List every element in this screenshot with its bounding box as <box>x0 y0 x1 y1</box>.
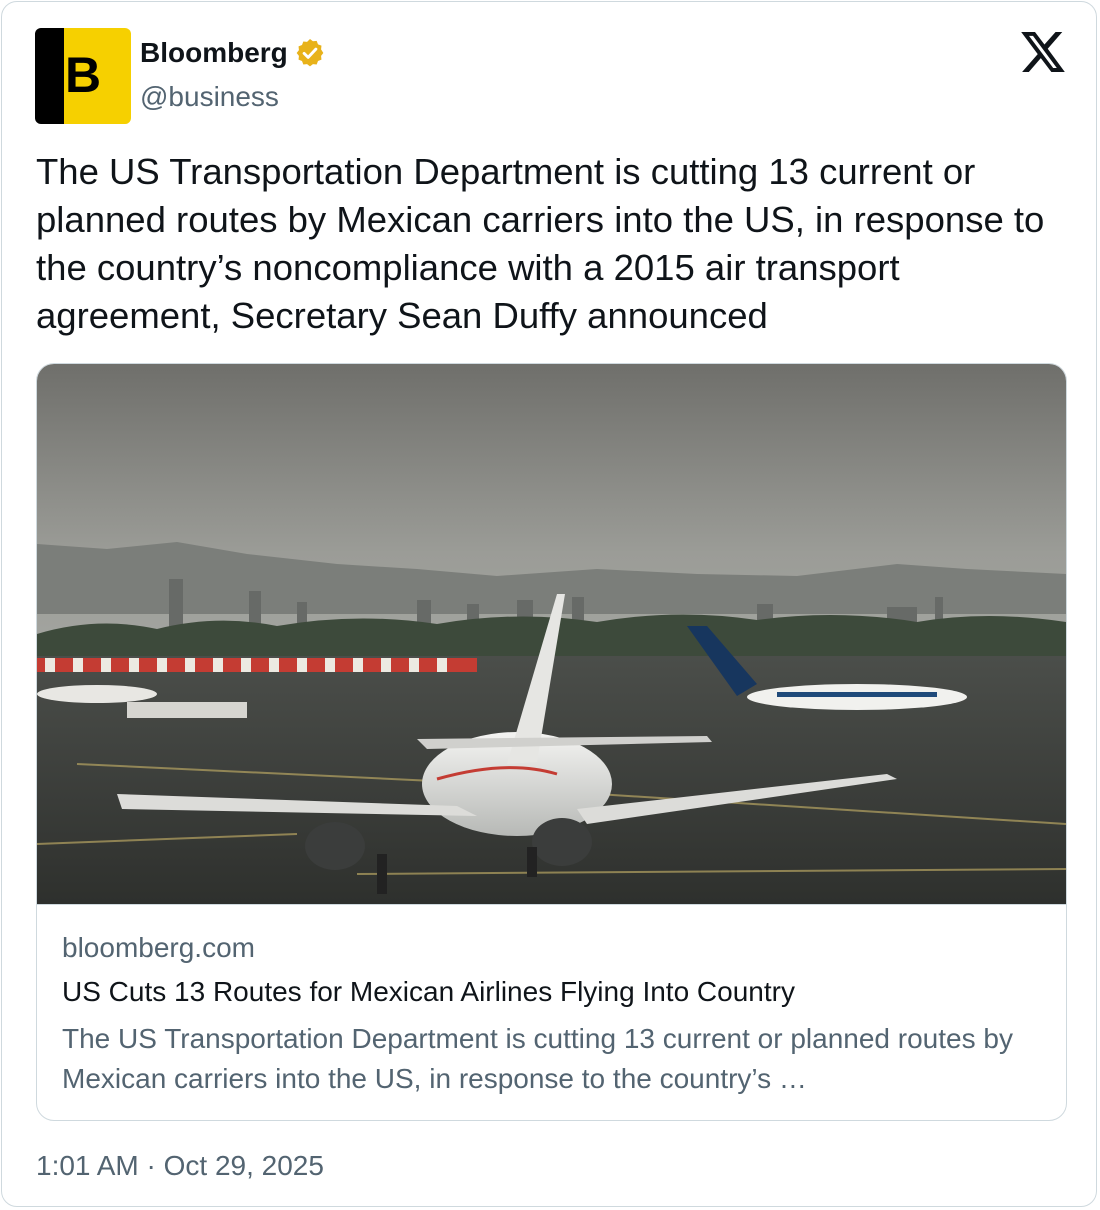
avatar-letter: B <box>65 47 102 103</box>
avatar[interactable]: B <box>35 28 131 124</box>
tweet-text: The US Transportation Department is cutt… <box>36 151 1045 336</box>
link-preview-card[interactable]: bloomberg.com US Cuts 13 Routes for Mexi… <box>36 363 1067 1121</box>
tweet-card: B Bloomberg @business The US Transportat… <box>1 1 1097 1207</box>
link-description: The US Transportation Department is cutt… <box>62 1023 1013 1094</box>
verified-badge-icon <box>296 39 324 67</box>
author-name-row: Bloomberg <box>140 37 326 69</box>
link-title[interactable]: US Cuts 13 Routes for Mexican Airlines F… <box>62 976 795 1008</box>
tweet-timestamp[interactable]: 1:01 AM · Oct 29, 2025 <box>36 1150 324 1182</box>
link-domain: bloomberg.com <box>62 932 255 963</box>
link-card-divider <box>37 904 1066 905</box>
author-handle[interactable]: @business <box>140 81 279 113</box>
x-logo-icon[interactable] <box>1021 32 1065 72</box>
display-name[interactable]: Bloomberg <box>140 37 288 69</box>
link-preview-image[interactable] <box>37 364 1066 904</box>
